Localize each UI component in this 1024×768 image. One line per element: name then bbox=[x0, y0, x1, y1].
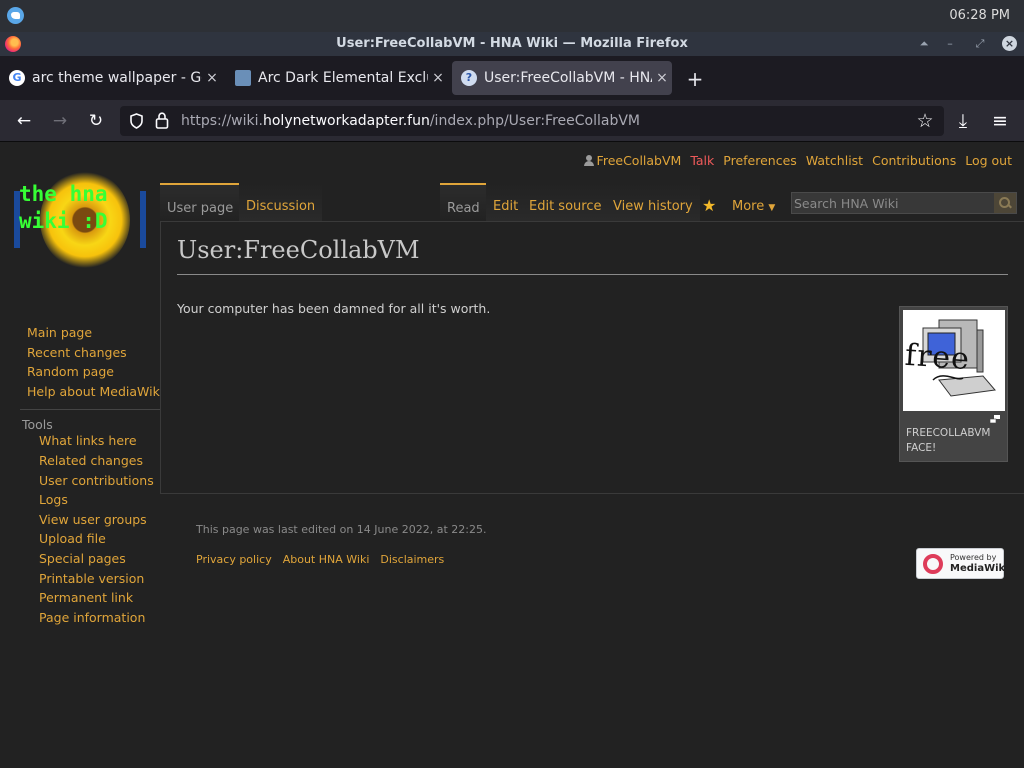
back-button[interactable]: ← bbox=[12, 109, 36, 133]
sidebar-item-random-page[interactable]: Random page bbox=[0, 362, 160, 382]
maximize-icon[interactable]: ⤢ bbox=[972, 36, 988, 52]
reload-button[interactable]: ↻ bbox=[84, 109, 108, 133]
powered-by-label: Powered by bbox=[950, 553, 997, 562]
tab-view-history[interactable]: View history bbox=[606, 183, 700, 221]
tool-permanent-link[interactable]: Permanent link bbox=[0, 588, 160, 608]
url-path: /index.php/User:FreeCollabVM bbox=[429, 113, 641, 129]
personal-contributions-link[interactable]: Contributions bbox=[872, 153, 956, 168]
minimize-icon[interactable]: – bbox=[942, 36, 958, 52]
tools-heading: Tools bbox=[20, 409, 160, 432]
logo-bracket-right bbox=[140, 191, 146, 248]
tab-edit[interactable]: Edit bbox=[486, 183, 526, 221]
watch-star-icon[interactable]: ★ bbox=[702, 196, 716, 215]
forward-button[interactable]: → bbox=[48, 109, 72, 133]
page-body-text: Your computer has been damned for all it… bbox=[177, 301, 491, 316]
footer-disclaimers[interactable]: Disclaimers bbox=[380, 553, 444, 566]
tool-page-information[interactable]: Page information bbox=[0, 608, 160, 628]
footer-links: Privacy policy About HNA Wiki Disclaimer… bbox=[196, 553, 444, 566]
window-titlebar: User:FreeCollabVM - HNA Wiki — Mozilla F… bbox=[0, 32, 1024, 56]
logo-text: the hna wiki :D bbox=[19, 181, 108, 235]
keep-above-icon[interactable]: ⏶ bbox=[916, 36, 932, 52]
personal-tools: FreeCollabVM Talk Preferences Watchlist … bbox=[583, 153, 1012, 168]
window-title: User:FreeCollabVM - HNA Wiki — Mozilla F… bbox=[336, 36, 688, 51]
system-clock[interactable]: 06:28 PM bbox=[949, 8, 1010, 23]
tab-title: User:FreeCollabVM - HNA bbox=[484, 70, 652, 86]
navigation-toolbar: ← → ↻ https://wiki.holynetworkadapter.fu… bbox=[0, 100, 1024, 142]
tool-logs[interactable]: Logs bbox=[0, 490, 160, 510]
new-tab-button[interactable]: + bbox=[684, 67, 706, 91]
chevron-down-icon: ▼ bbox=[768, 203, 776, 213]
sidebar: Main page Recent changes Random page Hel… bbox=[0, 323, 163, 628]
url-text[interactable]: https://wiki.holynetworkadapter.fun/inde… bbox=[181, 113, 640, 129]
tool-view-user-groups[interactable]: View user groups bbox=[0, 510, 160, 530]
sidebar-item-recent-changes[interactable]: Recent changes bbox=[0, 343, 160, 363]
search-icon[interactable] bbox=[994, 193, 1016, 213]
tab-strip: G arc theme wallpaper - Go × Arc Dark El… bbox=[0, 56, 1024, 100]
footer-about[interactable]: About HNA Wiki bbox=[283, 553, 370, 566]
url-bar[interactable]: https://wiki.holynetworkadapter.fun/inde… bbox=[120, 106, 944, 136]
logo-line-1: the hna bbox=[19, 182, 108, 206]
logo-line-2: wiki :D bbox=[19, 209, 108, 233]
powered-by-mediawiki-badge[interactable]: Powered by MediaWiki bbox=[916, 548, 1009, 579]
tool-special-pages[interactable]: Special pages bbox=[0, 549, 160, 569]
close-window-icon[interactable]: × bbox=[1002, 36, 1017, 51]
footer-privacy-policy[interactable]: Privacy policy bbox=[196, 553, 272, 566]
hamburger-menu-icon[interactable]: ≡ bbox=[988, 109, 1012, 133]
system-panel: 06:28 PM bbox=[0, 0, 1024, 32]
user-icon bbox=[583, 155, 594, 166]
image-thumbnail: free FREECOLLABVM FACE! bbox=[899, 306, 1008, 462]
tool-upload-file[interactable]: Upload file bbox=[0, 529, 160, 549]
tab-arc-dark[interactable]: Arc Dark Elemental Exclu × bbox=[226, 61, 448, 95]
tab-close-icon[interactable]: × bbox=[652, 70, 672, 86]
url-host: holynetworkadapter.fun bbox=[262, 113, 430, 129]
google-icon: G bbox=[9, 70, 25, 86]
tab-read[interactable]: Read bbox=[440, 183, 486, 221]
tab-discussion[interactable]: Discussion bbox=[239, 183, 323, 221]
tab-user-page[interactable]: User page bbox=[160, 183, 239, 221]
bookmark-star-icon[interactable]: ☆ bbox=[913, 109, 937, 133]
mediawiki-label: MediaWiki bbox=[950, 563, 1009, 574]
personal-user-link[interactable]: FreeCollabVM bbox=[597, 153, 682, 168]
sidebar-item-main-page[interactable]: Main page bbox=[0, 323, 160, 343]
tab-close-icon[interactable]: × bbox=[202, 70, 222, 86]
personal-talk-link[interactable]: Talk bbox=[690, 153, 714, 168]
tool-user-contributions[interactable]: User contributions bbox=[0, 471, 160, 491]
thumb-handwritten-text: free bbox=[903, 337, 972, 378]
shield-icon[interactable] bbox=[129, 113, 144, 129]
tab-title: Arc Dark Elemental Exclu bbox=[258, 70, 428, 86]
personal-watchlist-link[interactable]: Watchlist bbox=[806, 153, 863, 168]
sidebar-item-help[interactable]: Help about MediaWiki bbox=[0, 382, 163, 402]
wiki-page: FreeCollabVM Talk Preferences Watchlist … bbox=[0, 143, 1024, 768]
tool-related-changes[interactable]: Related changes bbox=[0, 451, 160, 471]
search-input[interactable] bbox=[792, 193, 992, 213]
downloads-icon[interactable]: ⤓ bbox=[951, 109, 975, 133]
search-box bbox=[791, 192, 1017, 214]
app-menu-icon[interactable] bbox=[7, 7, 24, 24]
personal-preferences-link[interactable]: Preferences bbox=[723, 153, 797, 168]
enlarge-icon[interactable] bbox=[990, 415, 1000, 423]
image-icon bbox=[235, 70, 251, 86]
help-icon: ? bbox=[461, 70, 477, 86]
mediawiki-logo-icon bbox=[923, 554, 943, 574]
more-menu[interactable]: More ▼ bbox=[732, 183, 775, 221]
tool-printable-version[interactable]: Printable version bbox=[0, 569, 160, 589]
tab-close-icon[interactable]: × bbox=[428, 70, 448, 86]
more-label: More bbox=[732, 199, 765, 214]
freecollabvm-face-image[interactable]: free bbox=[903, 310, 1005, 411]
wiki-logo[interactable]: the hna wiki :D bbox=[12, 168, 152, 273]
title-divider bbox=[177, 274, 1008, 275]
footer-last-edited: This page was last edited on 14 June 202… bbox=[196, 523, 487, 536]
tool-what-links-here[interactable]: What links here bbox=[0, 431, 160, 451]
page-title: User:FreeCollabVM bbox=[177, 236, 420, 264]
lock-icon[interactable] bbox=[155, 112, 169, 129]
personal-logout-link[interactable]: Log out bbox=[965, 153, 1012, 168]
tab-hna-wiki[interactable]: ? User:FreeCollabVM - HNA × bbox=[452, 61, 672, 95]
tab-edit-source[interactable]: Edit source bbox=[522, 183, 609, 221]
url-prefix: https://wiki. bbox=[181, 113, 263, 129]
tab-title: arc theme wallpaper - Go bbox=[32, 70, 202, 86]
page-content: User:FreeCollabVM Your computer has been… bbox=[160, 221, 1024, 494]
tab-google-search[interactable]: G arc theme wallpaper - Go × bbox=[0, 61, 222, 95]
thumbnail-caption: FREECOLLABVM FACE! bbox=[906, 427, 991, 454]
